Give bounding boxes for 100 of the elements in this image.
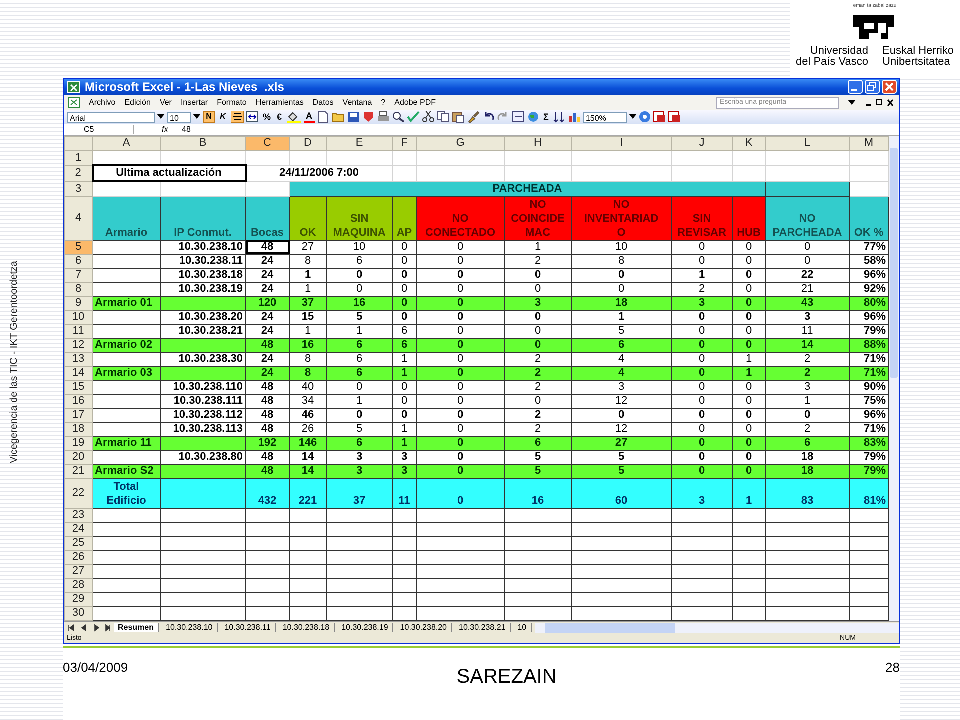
row-header[interactable]: 18: [64, 422, 92, 436]
row-header[interactable]: 13: [64, 352, 92, 366]
row-header[interactable]: 17: [64, 408, 92, 422]
caret-icon[interactable]: [193, 114, 201, 120]
format-button[interactable]: K: [217, 111, 229, 124]
row-header[interactable]: 25: [64, 536, 92, 550]
row-header[interactable]: 30: [64, 606, 92, 620]
align-icon[interactable]: [231, 111, 244, 124]
window-controls-icon[interactable]: [865, 98, 895, 107]
sheet-tab[interactable]: 10: [514, 623, 532, 632]
menu-item[interactable]: Adobe PDF: [394, 98, 436, 108]
tab-navigation-icon[interactable]: [67, 624, 111, 632]
horizontal-scrollbar[interactable]: [534, 622, 899, 633]
row-header[interactable]: 16: [64, 394, 92, 408]
column-header[interactable]: C: [246, 136, 290, 150]
column-header[interactable]: F: [392, 136, 416, 150]
row-header[interactable]: 9: [64, 296, 92, 310]
pdf-icon[interactable]: [668, 111, 681, 124]
row-header[interactable]: 23: [64, 508, 92, 522]
row-header[interactable]: 21: [64, 464, 92, 478]
menu-item[interactable]: ?: [381, 98, 386, 108]
font-size-field[interactable]: 10: [167, 112, 191, 123]
row-header[interactable]: 27: [64, 564, 92, 578]
column-header[interactable]: A: [92, 136, 160, 150]
row-header[interactable]: 15: [64, 380, 92, 394]
help-icon[interactable]: [638, 111, 651, 124]
format-button[interactable]: N: [203, 111, 215, 124]
row-header[interactable]: 8: [64, 282, 92, 296]
search-icon[interactable]: [392, 111, 405, 124]
row-header[interactable]: 11: [64, 324, 92, 338]
merge-cells-icon[interactable]: [246, 111, 259, 124]
menu-item[interactable]: Edición: [124, 98, 151, 108]
caret-icon[interactable]: [628, 114, 637, 120]
cut-icon[interactable]: [422, 111, 435, 124]
brush-icon[interactable]: [466, 111, 480, 124]
spreadsheet-icon[interactable]: [68, 97, 80, 108]
paste-icon[interactable]: [452, 111, 465, 124]
font-field[interactable]: Arial: [67, 112, 155, 123]
column-header[interactable]: K: [732, 136, 766, 150]
row-header[interactable]: 12: [64, 338, 92, 352]
row-header[interactable]: 2: [64, 165, 92, 182]
row-header[interactable]: 7: [64, 268, 92, 282]
column-header[interactable]: G: [416, 136, 504, 150]
copy-icon[interactable]: [436, 111, 450, 124]
row-header[interactable]: 20: [64, 450, 92, 464]
row-header[interactable]: 1: [64, 150, 92, 166]
row-header[interactable]: 24: [64, 522, 92, 536]
row-header[interactable]: 26: [64, 550, 92, 564]
column-header[interactable]: D: [290, 136, 326, 150]
menu-item[interactable]: Insertar: [180, 98, 208, 108]
menu-item[interactable]: Archivo: [89, 98, 116, 108]
formula-field[interactable]: 48: [178, 125, 191, 134]
function-label[interactable]: fx: [134, 125, 178, 134]
sheet-tab[interactable]: 10.30.238.10: [162, 623, 218, 632]
sheet-tab[interactable]: 10.30.238.20: [396, 623, 452, 632]
pdf-icon[interactable]: [652, 111, 666, 124]
check-icon[interactable]: [406, 111, 420, 124]
name-box[interactable]: C5: [64, 125, 134, 134]
column-header[interactable]: I: [572, 136, 672, 150]
column-header[interactable]: H: [504, 136, 572, 150]
row-header[interactable]: 10: [64, 310, 92, 324]
sum-button[interactable]: Σ: [542, 112, 551, 122]
restore-icon[interactable]: [865, 80, 880, 94]
caret-icon[interactable]: [157, 114, 165, 120]
row-header[interactable]: 28: [64, 578, 92, 592]
row-header[interactable]: 4: [64, 196, 92, 240]
row-header[interactable]: 22: [64, 478, 92, 508]
column-header[interactable]: M: [850, 136, 888, 150]
vertical-scrollbar[interactable]: [889, 136, 899, 621]
close-icon[interactable]: [882, 80, 897, 94]
column-header[interactable]: E: [326, 136, 392, 150]
sheet-tab[interactable]: 10.30.238.11: [220, 623, 276, 632]
zoom-field[interactable]: 150%: [582, 112, 627, 123]
row-header[interactable]: 29: [64, 592, 92, 606]
sheet-tab[interactable]: Resumen: [114, 623, 160, 632]
sheet-tab[interactable]: 10.30.238.19: [338, 623, 394, 632]
menu-item[interactable]: Ventana: [342, 98, 372, 108]
sheet-tab[interactable]: 10.30.238.21: [455, 623, 511, 632]
caret-icon[interactable]: [848, 100, 856, 106]
column-header[interactable]: L: [766, 136, 850, 150]
printer-icon[interactable]: [376, 111, 390, 124]
sheet-tab[interactable]: 10.30.238.18: [278, 623, 335, 632]
percent-button[interactable]: %: [261, 112, 274, 122]
row-header[interactable]: 3: [64, 181, 92, 196]
menu-item[interactable]: Ver: [160, 98, 172, 108]
currency-button[interactable]: €: [275, 112, 284, 122]
fill-bucket-icon[interactable]: [286, 111, 302, 124]
menu-item[interactable]: Formato: [217, 98, 247, 108]
bar-chart-icon[interactable]: [568, 111, 581, 124]
column-header[interactable]: J: [672, 136, 732, 150]
row-header[interactable]: 5: [64, 240, 92, 254]
row-header[interactable]: 14: [64, 366, 92, 380]
row-header[interactable]: 19: [64, 436, 92, 450]
sort-icon[interactable]: [552, 111, 566, 124]
menu-item[interactable]: Herramientas: [256, 98, 304, 108]
row-header[interactable]: 6: [64, 254, 92, 268]
table-cell: 1: [392, 352, 416, 366]
minimize-icon[interactable]: [848, 80, 863, 94]
menu-item[interactable]: Datos: [312, 98, 334, 108]
column-header[interactable]: B: [160, 136, 246, 150]
